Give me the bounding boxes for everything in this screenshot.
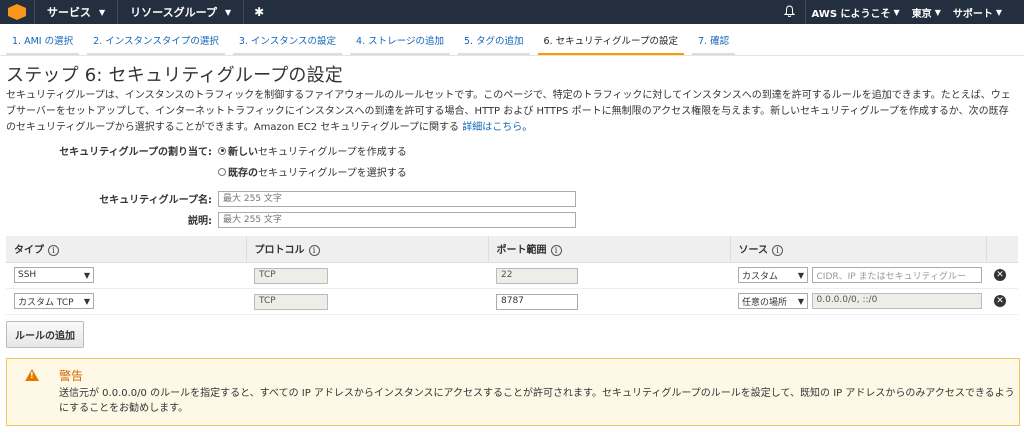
tab-add-tags[interactable]: 5. タグの追加 (457, 25, 530, 55)
port-range-field: 22 (496, 267, 578, 284)
chevron-down-icon: ▼ (99, 7, 106, 17)
chevron-down-icon: ▼ (934, 7, 941, 17)
details-link[interactable]: 詳細はこちら (462, 122, 522, 133)
description-input[interactable] (218, 211, 576, 228)
aws-logo[interactable] (0, 0, 34, 24)
type-select-value: カスタム TCP (18, 297, 74, 308)
radio-new-security-group[interactable] (218, 146, 226, 155)
protocol-field: TCP (254, 293, 328, 310)
header-actions (986, 236, 1018, 263)
tab-configure-security-group[interactable]: 6. セキュリティグループの設定 (537, 25, 684, 55)
source-cidr-field: 0.0.0.0/0, ::/0 (811, 293, 982, 309)
info-icon[interactable]: i (308, 245, 320, 257)
info-icon[interactable]: i (772, 245, 783, 257)
services-label: サービス (47, 6, 91, 19)
source-select-value: 任意の場所 (742, 297, 788, 308)
services-menu[interactable]: サービス ▼ (34, 0, 117, 24)
rules-table: タイプ i プロトコル i ポート範囲 i ソース i SSH ▼ TCP 22 カスタム… (6, 236, 1018, 315)
chevron-down-icon: ▼ (224, 7, 232, 17)
page-title: ステップ 6: セキュリティグループの設定 (6, 65, 343, 86)
header-type-label: タイプ (14, 245, 44, 257)
source-cidr-input[interactable]: CIDR、IP またはセキュリティグルー (811, 267, 982, 283)
source-select-value: カスタム (742, 271, 779, 282)
header-protocol: プロトコル i (246, 236, 489, 263)
wizard-steps: 1. AMI の選択 2. インスタンスタイプの選択 3. インスタンスの設定 … (0, 24, 1024, 56)
top-nav: サービス ▼ リソースグループ ▼ ✱ AWS にようこそ ▼ 東京 ▼ サポート ▼ (0, 0, 1024, 24)
table-row: カスタム TCP ▼ TCP 8787 任意の場所 ▼ 0.0.0.0/0, ::/… (6, 288, 1018, 315)
assign-label: セキュリティグループの割り当て: (59, 147, 212, 158)
header-port-range: ポート範囲 i (488, 236, 731, 263)
pin-icon[interactable]: ✱ (243, 0, 274, 24)
header-port-label: ポート範囲 (496, 245, 547, 257)
user-menu-label: AWS にようこそ (811, 8, 891, 20)
radio-new-rest: セキュリティグループを作成する (258, 147, 407, 158)
warning-text: 送信元が 0.0.0.0/0 のルールを指定すると、すべての IP アドレスから… (59, 387, 1015, 414)
warning-icon: ! (25, 368, 41, 383)
port-range-input[interactable]: 8787 (496, 293, 578, 310)
chevron-down-icon: ▼ (83, 296, 90, 306)
chevron-down-icon: ▼ (893, 7, 900, 17)
radio-new-bold: 新しい (228, 147, 258, 158)
source-select[interactable]: カスタム ▼ (738, 267, 808, 283)
region-label: 東京 (911, 8, 932, 20)
header-source-label: ソース (738, 245, 769, 257)
tab-review[interactable]: 7. 確認 (692, 25, 736, 55)
bell-icon[interactable] (774, 4, 805, 20)
user-menu[interactable]: AWS にようこそ ▼ (804, 0, 906, 24)
radio-existing-bold: 既存の (228, 168, 258, 179)
tab-choose-ami[interactable]: 1. AMI の選択 (6, 25, 80, 55)
info-icon[interactable]: i (48, 245, 59, 257)
delete-rule-icon[interactable]: ✕ (994, 269, 1006, 281)
tab-configure-instance[interactable]: 3. インスタンスの設定 (232, 25, 343, 55)
chevron-down-icon: ▼ (83, 270, 90, 280)
warning-box: ! 警告 送信元が 0.0.0.0/0 のルールを指定すると、すべての IP ア… (6, 357, 1020, 426)
header-source: ソース i (730, 236, 987, 263)
resource-groups-label: リソースグループ (130, 6, 217, 19)
type-select[interactable]: カスタム TCP ▼ (14, 293, 94, 309)
chevron-down-icon: ▼ (797, 270, 804, 280)
resource-groups-menu[interactable]: リソースグループ ▼ (117, 0, 243, 24)
security-group-name-label: セキュリティグループ名: (99, 195, 212, 206)
source-select[interactable]: 任意の場所 ▼ (738, 293, 808, 309)
support-label: サポート (952, 8, 993, 20)
type-select-value: SSH (18, 270, 37, 280)
radio-new-label[interactable]: 新しいセキュリティグループを作成する (228, 143, 407, 158)
radio-existing-rest: セキュリティグループを選択する (258, 168, 407, 179)
support-menu[interactable]: サポート ▼ (947, 0, 1024, 24)
tab-add-storage[interactable]: 4. ストレージの追加 (350, 25, 450, 55)
table-row: SSH ▼ TCP 22 カスタム ▼ CIDR、IP またはセキュリティグルー ✕ (6, 262, 1018, 289)
description-end: 。 (522, 122, 533, 133)
radio-existing-label[interactable]: 既存のセキュリティグループを選択する (228, 164, 407, 179)
chevron-down-icon: ▼ (797, 296, 804, 306)
type-select[interactable]: SSH ▼ (14, 267, 94, 283)
header-protocol-label: プロトコル (254, 245, 305, 257)
description-label: 説明: (188, 216, 212, 227)
info-icon[interactable]: i (550, 245, 562, 257)
tab-choose-instance-type[interactable]: 2. インスタンスタイプの選択 (87, 25, 225, 55)
protocol-field: TCP (254, 267, 328, 284)
header-type: タイプ i (6, 236, 247, 263)
chevron-down-icon: ▼ (995, 7, 1002, 17)
radio-existing-security-group[interactable] (218, 167, 226, 176)
delete-rule-icon[interactable]: ✕ (994, 295, 1006, 307)
warning-title: 警告 (59, 368, 84, 383)
page-description: セキュリティグループは、インスタンスのトラフィックを制御するファイアウォールのル… (6, 88, 1018, 136)
region-menu[interactable]: 東京 ▼ (906, 0, 947, 24)
add-rule-button[interactable]: ルールの追加 (6, 320, 84, 348)
security-group-name-input[interactable] (218, 190, 576, 207)
